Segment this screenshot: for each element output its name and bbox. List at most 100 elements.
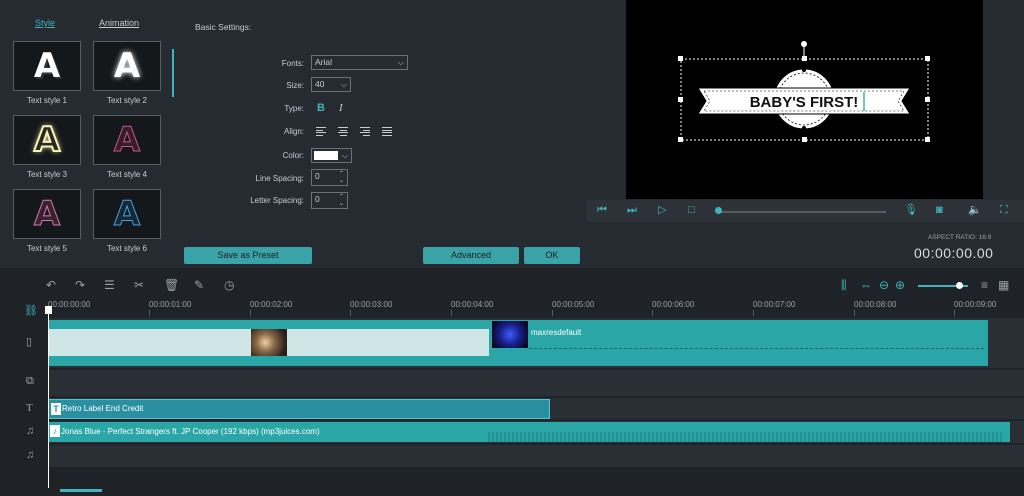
stepper-arrows-icon[interactable]: ⌃ ⌄ [339,194,344,208]
align-label: Align: [283,127,304,136]
audio-clip[interactable]: ♪ Jonas Blue - Perfect Strangers ft. JP … [48,422,1010,442]
chevron-down-icon: ⌵ [341,151,348,160]
title-text: BABY'S FIRST! [750,94,859,111]
edit-icon[interactable]: ✎ [194,278,204,292]
ruler-tick: 00:00:07:00 [753,300,796,316]
save-as-preset-button[interactable]: Save as Preset [184,247,312,264]
line-spacing-stepper[interactable]: 0 ⌃ ⌄ [311,169,348,186]
text-style-3-label: Text style 3 [26,170,67,179]
music-track-2-icon: ♫ [26,449,35,461]
advanced-button[interactable]: Advanced [423,247,519,264]
playhead-handle[interactable] [45,306,52,314]
zoom-slider-handle[interactable] [956,282,963,289]
size-label: Size: [286,81,304,90]
music-track-icon: ♫ [26,425,35,437]
preview-canvas[interactable]: BABY'S FIRST! [626,0,983,199]
styles-scrollbar[interactable] [172,49,174,97]
text-style-glyph: A [33,194,61,234]
timeline-scrollbar[interactable] [60,489,102,492]
aspect-ratio-text: ASPECT RATIO: 16:9 [928,234,992,241]
cut-icon[interactable]: ✂ [134,278,144,292]
text-style-3-thumb[interactable]: A [13,115,81,165]
timeline-ruler[interactable]: 00:00:00:00 00:00:01:00 00:00:02:00 00:0… [48,300,1024,316]
audio-clip-label: Jonas Blue - Perfect Strangers ft. JP Co… [61,427,320,436]
clip-volume-line [529,348,984,349]
text-style-1-label: Text style 1 [26,96,67,105]
ruler-tick: 00:00:00:00 [48,300,91,316]
playback-progress-track[interactable] [718,211,886,213]
size-value: 40 [315,79,325,89]
grid-view-icon[interactable]: ▦ [998,278,1009,292]
tab-animation[interactable]: Animation [99,18,139,28]
zoom-in-icon[interactable]: ⊕ [895,278,905,292]
ruler-tick: 00:00:04:00 [451,300,494,316]
title-clip-icon: T [51,403,61,415]
app-window: Style Animation A Text style 1 A Text st… [0,0,1024,496]
video-thumbnail-2 [492,321,528,348]
duration-icon[interactable]: ◷ [224,278,234,292]
step-forward-icon[interactable]: ⏭ [627,203,637,217]
ok-button[interactable]: OK [524,247,580,264]
color-picker[interactable]: ⌵ [311,148,352,163]
list-view-icon[interactable]: ≡ [981,278,988,292]
ruler-tick: 00:00:03:00 [350,300,393,316]
align-right-icon[interactable] [360,127,370,136]
redo-icon[interactable]: ↷ [75,278,85,292]
stop-icon[interactable]: □ [688,203,695,217]
tab-style[interactable]: Style [35,18,55,28]
video-track-icon: ▯ [26,336,33,348]
fit-timeline-icon[interactable]: ⇔ [860,278,872,292]
video-clip-1[interactable] [48,320,489,366]
text-style-4-thumb[interactable]: A [93,115,161,165]
volume-icon[interactable]: 🔈 [968,203,982,217]
text-style-6-thumb[interactable]: A [93,189,161,239]
size-select[interactable]: 40 ⌵ [311,77,351,92]
video-clip-2[interactable]: maxresdefault [489,320,988,366]
fullscreen-icon[interactable]: ⛶ [1000,203,1008,217]
align-center-icon[interactable] [338,127,348,136]
audio-mixer-icon[interactable]: ⫼ [841,278,847,293]
microphone-icon[interactable]: 🎙 [904,203,918,217]
title-clip[interactable]: T Retro Label End Credit [48,399,550,419]
text-style-5-thumb[interactable]: A [13,189,81,239]
music-note-icon: ♪ [50,425,60,437]
pip-track [48,370,1024,396]
play-icon[interactable]: ▷ [658,203,666,217]
chevron-down-icon: ⌵ [397,58,404,67]
letter-spacing-stepper[interactable]: 0 ⌃ ⌄ [311,192,348,209]
text-style-glyph: A [33,46,61,86]
align-justify-icon[interactable] [382,127,392,136]
chevron-down-icon: ⌵ [340,80,347,89]
color-swatch [314,151,338,160]
font-select[interactable]: Arial ⌵ [311,55,408,70]
delete-icon[interactable]: 🗑 [164,278,179,292]
text-style-2-thumb[interactable]: A [93,41,161,91]
italic-button[interactable]: I [339,102,343,114]
font-value: Arial [315,57,333,67]
adjust-icon[interactable]: ☰ [104,278,115,292]
undo-icon[interactable]: ↶ [46,278,56,292]
link-icon[interactable]: ⛓ [24,304,38,317]
video-clip-label: maxresdefault [531,328,582,337]
stepper-arrows-icon[interactable]: ⌃ ⌄ [339,171,344,185]
line-spacing-value: 0 [315,171,320,181]
camera-icon[interactable]: ◙ [936,203,943,217]
ruler-tick: 00:00:06:00 [652,300,695,316]
title-clip-label: Retro Label End Credit [62,404,144,413]
timecode-display: 00:00:00.00 [914,245,994,261]
music-track-2 [48,445,1024,467]
playhead-line[interactable] [48,306,49,488]
text-track-icon: T [26,402,33,414]
bold-button[interactable]: B [317,102,325,114]
basic-settings-heading: Basic Settings: [195,22,252,32]
type-label: Type: [284,104,304,113]
video-thumbnail-1 [251,329,287,356]
align-left-icon[interactable] [316,127,326,136]
skip-start-icon[interactable]: ⏮ [597,203,607,217]
ruler-tick: 00:00:05:00 [552,300,595,316]
text-style-5-label: Text style 5 [26,244,67,253]
fonts-label: Fonts: [281,59,304,68]
zoom-out-icon[interactable]: ⊖ [879,278,889,292]
playback-progress-handle[interactable] [715,207,722,214]
text-style-1-thumb[interactable]: A [13,41,81,91]
